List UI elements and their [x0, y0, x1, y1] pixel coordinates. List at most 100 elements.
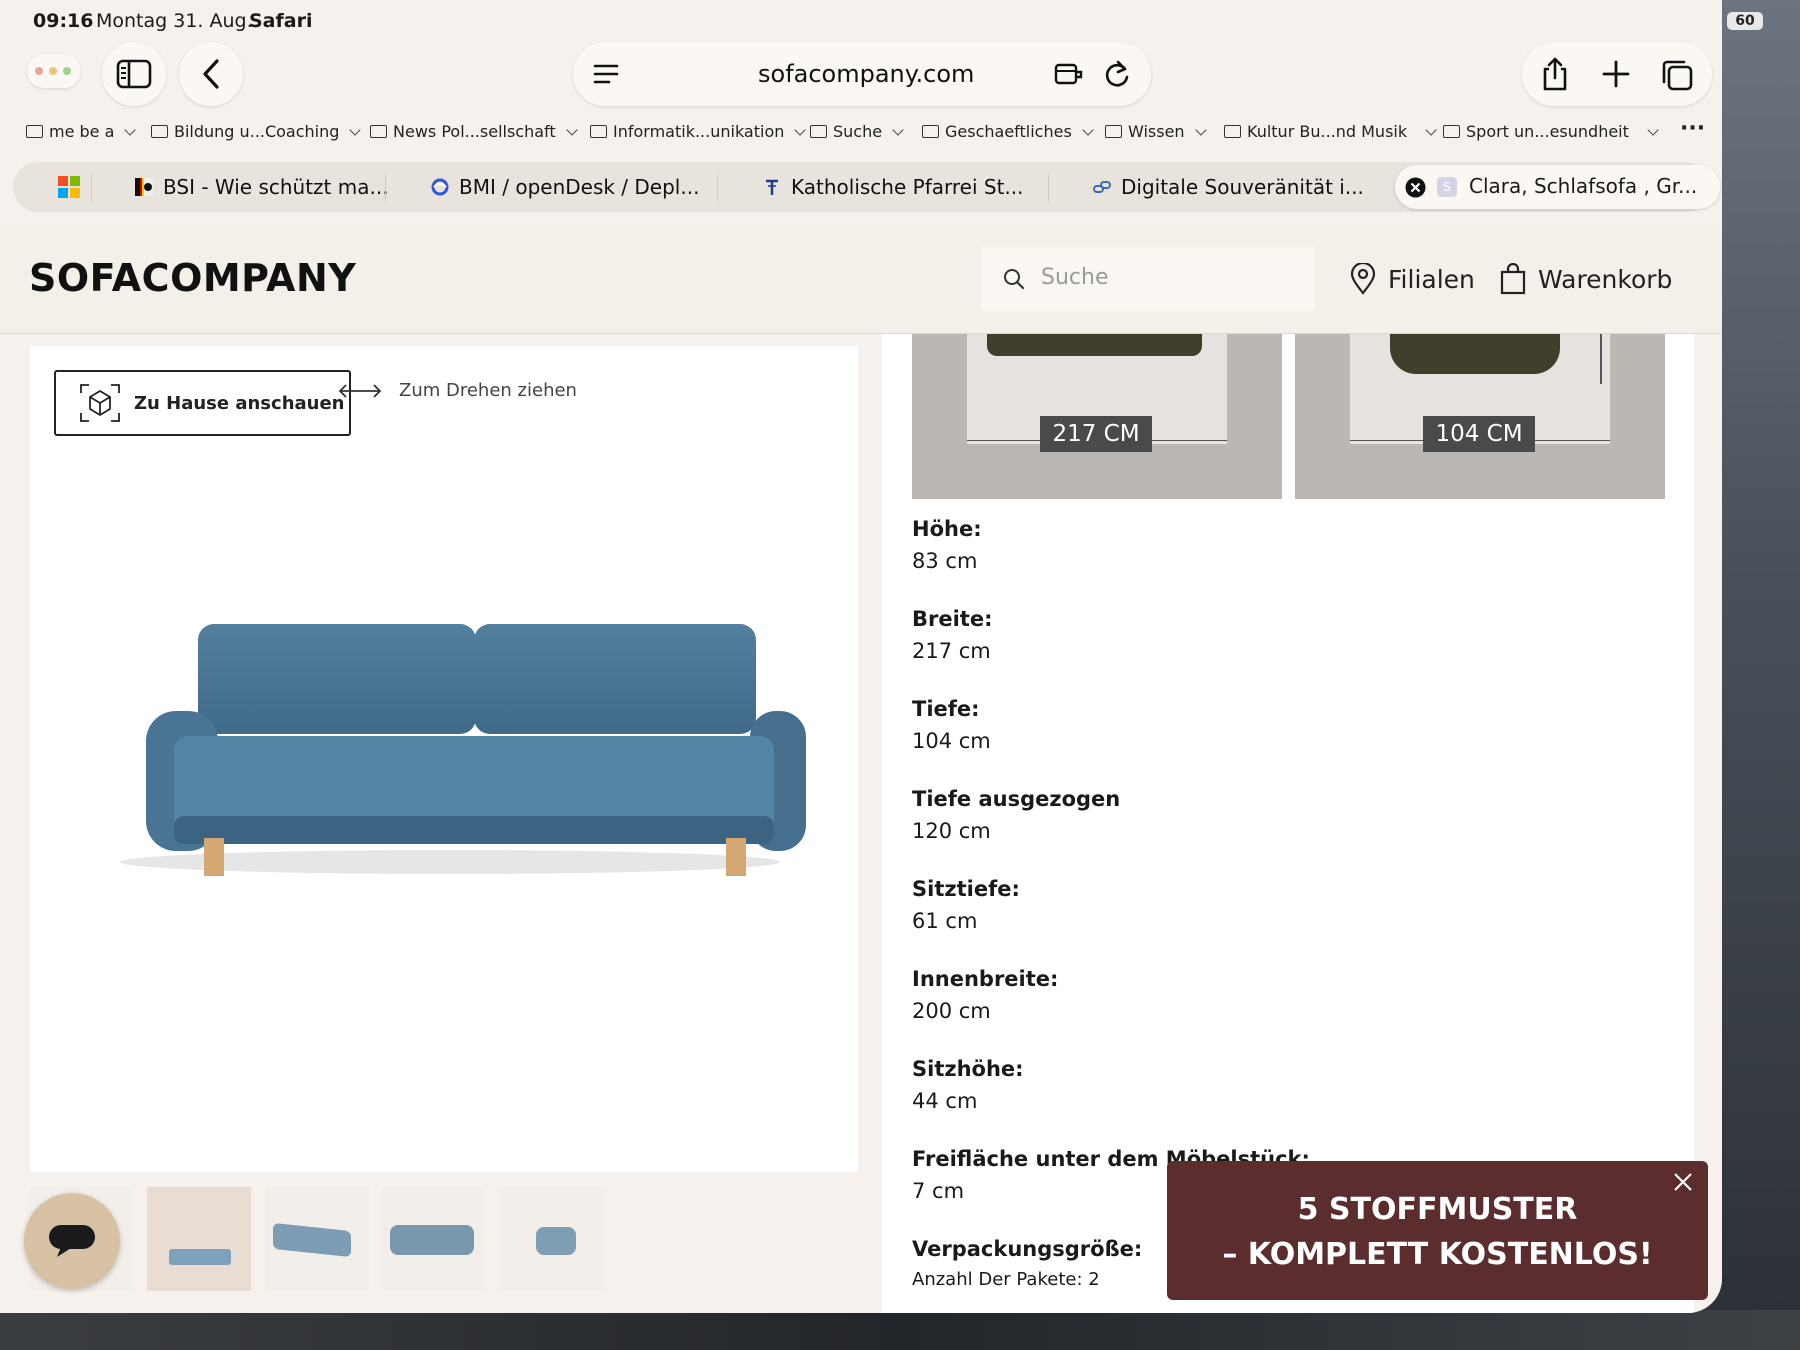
folder-icon [26, 125, 43, 138]
tab-microsoft[interactable] [58, 162, 80, 212]
spec-depth-extended: Tiefe ausgezogen 120 cm [912, 787, 1120, 843]
microsoft-icon [58, 176, 80, 198]
bookmark-label: Geschaeftliches [945, 122, 1072, 141]
extension-icon[interactable] [1053, 60, 1085, 88]
chat-button[interactable] [24, 1193, 120, 1289]
sidebar-button[interactable] [102, 42, 166, 106]
rotate-hint: Zum Drehen ziehen [337, 380, 577, 401]
dimension-image-depth: 104 CM [1295, 334, 1665, 499]
chevron-down-icon [892, 123, 904, 136]
folder-icon [922, 125, 939, 138]
tab-label: Digitale Souveränität i... [1121, 175, 1364, 199]
thumbnail-2[interactable] [147, 1187, 251, 1291]
cart-link[interactable]: Warenkorb [1500, 263, 1672, 295]
view-at-home-button[interactable]: Zu Hause anschauen [54, 370, 351, 436]
folder-icon [590, 125, 607, 138]
bookmark-folder[interactable]: me be a [26, 122, 137, 141]
close-tab-icon[interactable] [1405, 177, 1426, 198]
spec-value: 217 cm [912, 639, 991, 663]
thumbnail-4[interactable] [382, 1187, 486, 1291]
close-dot-icon [35, 67, 43, 75]
reload-icon[interactable] [1103, 59, 1131, 89]
bookmark-folder[interactable]: Informatik...unikation [590, 122, 807, 141]
spec-value: 200 cm [912, 999, 991, 1023]
folder-icon [810, 125, 827, 138]
tab-separator [91, 174, 92, 202]
bookmark-folder[interactable]: Kultur Bu...nd Musik [1224, 122, 1437, 141]
sofa-silhouette [1390, 334, 1560, 374]
bookmark-label: Informatik...unikation [613, 122, 785, 141]
tab-pfarrei[interactable]: Katholische Pfarrei St... [763, 162, 1023, 212]
bookmark-folder[interactable]: Geschaeftliches [922, 122, 1094, 141]
bookmark-folder[interactable]: Wissen [1105, 122, 1207, 141]
fabric-sample-promo[interactable]: 5 STOFFMUSTER – KOMPLETT KOSTENLOS! [1167, 1161, 1708, 1300]
bookmark-label: Bildung u...Coaching [174, 122, 340, 141]
spec-package-size: Verpackungsgröße: Anzahl Der Pakete: 2 [912, 1237, 1142, 1290]
tab-digitale-souveraenitaet[interactable]: Digitale Souveränität i... [1093, 162, 1364, 212]
tab-overview-icon[interactable] [1660, 58, 1694, 92]
tab-label: Clara, Schlafsofa , Gr... [1469, 174, 1698, 198]
search-icon [1004, 269, 1025, 290]
tab-label: BMI / openDesk / Depl... [459, 175, 700, 199]
back-button[interactable] [179, 42, 243, 106]
page-menu-icon[interactable] [593, 62, 619, 86]
bookmark-folder[interactable]: News Pol...sellschaft [370, 122, 578, 141]
close-icon[interactable] [1670, 1169, 1696, 1195]
more-bookmarks-icon[interactable]: ··· [1680, 116, 1705, 141]
spec-value: Anzahl Der Pakete: 2 [912, 1269, 1100, 1290]
chat-bubble-icon [49, 1225, 95, 1257]
background-bottom [0, 1310, 1800, 1350]
bookmark-folder[interactable]: Sport un...esundheit [1443, 122, 1659, 141]
bookmark-folder[interactable]: Suche [810, 122, 904, 141]
spec-seat-depth: Sitztiefe: 61 cm [912, 877, 1020, 933]
site-logo[interactable]: SOFACOMPANY [29, 256, 356, 300]
status-date: Montag 31. Aug. [96, 10, 253, 32]
spec-seat-height: Sitzhöhe: 44 cm [912, 1057, 1024, 1113]
site-search[interactable] [981, 247, 1315, 311]
share-icon[interactable] [1540, 56, 1570, 92]
sofa-image[interactable] [90, 616, 810, 876]
spec-value: 120 cm [912, 819, 991, 843]
chevron-down-icon [1647, 123, 1659, 136]
promo-line-1: 5 STOFFMUSTER [1297, 1192, 1578, 1227]
spec-value: 83 cm [912, 549, 978, 573]
thumbnail-3[interactable] [265, 1187, 369, 1291]
tab-label: Katholische Pfarrei St... [791, 175, 1024, 199]
folder-icon [1224, 125, 1241, 138]
tab-active-sofacompany[interactable]: S Clara, Schlafsofa , Gr... [1395, 165, 1720, 209]
view-at-home-label: Zu Hause anschauen [134, 392, 345, 414]
shopping-bag-icon [1500, 263, 1526, 295]
width-dimension-label: 217 CM [1040, 416, 1152, 452]
stores-link[interactable]: Filialen [1350, 263, 1475, 295]
spec-key: Tiefe: [912, 697, 980, 721]
chevron-down-icon [349, 123, 362, 136]
url-text[interactable]: sofacompany.com [758, 60, 974, 88]
spec-inner-width: Innenbreite: 200 cm [912, 967, 1058, 1023]
spec-key: Höhe: [912, 517, 982, 541]
address-bar[interactable]: sofacompany.com [573, 42, 1151, 106]
folder-icon [370, 125, 387, 138]
site-favicon-icon: S [1437, 177, 1457, 197]
spec-key: Sitzhöhe: [912, 1057, 1024, 1081]
new-tab-icon[interactable] [1602, 60, 1630, 88]
thumbnail-5[interactable] [500, 1187, 604, 1291]
status-app: Safari [249, 10, 313, 32]
thumbnail-sofa-shape [536, 1227, 576, 1255]
chevron-down-icon [566, 123, 578, 136]
bookmark-folder[interactable]: Bildung u...Coaching [151, 122, 362, 141]
ar-cube-icon [80, 384, 120, 422]
tab-opendesk[interactable]: BMI / openDesk / Depl... [431, 162, 699, 212]
dimension-line [1600, 334, 1602, 384]
location-pin-icon [1350, 263, 1376, 295]
product-gallery[interactable]: Zu Hause anschauen Zum Drehen ziehen [30, 346, 858, 1172]
bookmark-label: Wissen [1128, 122, 1185, 141]
zoom-dot-icon [63, 67, 71, 75]
chevron-down-icon [1194, 123, 1207, 136]
tab-bsi[interactable]: BSI - Wie schützt ma... [135, 162, 389, 212]
window-controls[interactable] [27, 54, 81, 88]
search-input[interactable] [1041, 265, 1291, 290]
spec-depth: Tiefe: 104 cm [912, 697, 991, 753]
promo-line-2: – KOMPLETT KOSTENLOS! [1222, 1237, 1653, 1272]
thumbnail-sofa-shape [169, 1249, 231, 1265]
thumbnail-sofa-shape [390, 1225, 474, 1255]
